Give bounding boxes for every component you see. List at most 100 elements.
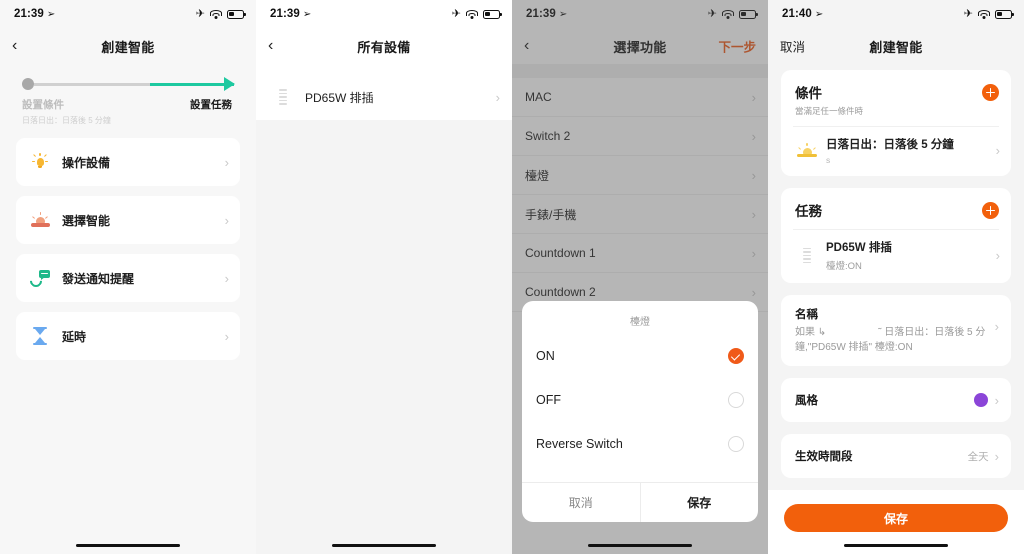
stepper-step-1-sub: 日落日出：日落後 5 分鐘 — [22, 116, 111, 125]
chevron-right-icon: › — [224, 328, 229, 344]
battery-icon — [483, 9, 502, 19]
status-bar: 21:40 ➢ ✈ — [768, 0, 1024, 28]
save-button[interactable]: 保存 — [784, 504, 1008, 532]
page-title: 創建智能 — [101, 39, 155, 55]
name-card-title: 名稱 — [795, 309, 818, 321]
chevron-right-icon: › — [994, 448, 999, 464]
condition-card-subtitle[interactable]: 當滿足任一條件時 — [795, 105, 982, 117]
radio-icon[interactable] — [728, 392, 744, 408]
chevron-right-icon: › — [224, 212, 229, 228]
chevron-left-icon[interactable]: ‹ — [268, 37, 273, 55]
wifi-icon — [978, 9, 990, 19]
dialog-option-on[interactable]: ON — [522, 334, 758, 378]
style-row[interactable]: 風格 › — [781, 378, 1011, 422]
nav-bar: ‹ 創建智能 — [0, 28, 256, 64]
option-label: Reverse Switch — [536, 437, 623, 451]
dialog-title: 檯燈 — [630, 317, 650, 328]
action-row-label: 發送通知提醒 — [62, 271, 135, 286]
device-name: PD65W 排插 — [305, 90, 374, 105]
style-color-swatch[interactable] — [973, 393, 988, 407]
condition-card-header: 條件 當滿足任一條件時 — [781, 70, 1011, 126]
nav-bar: 取消 創建智能 — [768, 28, 1024, 64]
screenshot-strip: 21:39 ➢ ✈ ‹ 創建智能 設置條件 日落日出：日落後 5 分鐘 設置任務… — [0, 0, 1024, 554]
battery-icon — [227, 9, 246, 19]
status-time: 21:39 — [270, 8, 300, 20]
function-value-dialog: 檯燈 ON OFF Reverse Switch 取消 保存 — [522, 301, 758, 522]
home-indicator — [76, 543, 180, 547]
dialog-option-off[interactable]: OFF — [522, 378, 758, 422]
stepper-line-active — [150, 77, 235, 91]
sunrise-icon — [795, 142, 819, 159]
nav-bar: ‹ 所有設備 — [256, 28, 512, 64]
status-bar: 21:39 ➢ ✈ — [256, 0, 512, 28]
list-item[interactable]: 選擇智能 › — [16, 196, 240, 244]
page-title: 創建智能 — [869, 39, 923, 55]
list-end-spacer — [256, 120, 512, 128]
stepper-step-2-label: 設置任務 — [190, 99, 232, 111]
dialog-actions: 取消 保存 — [522, 482, 758, 522]
action-row-operate-device[interactable]: 操作設備 › — [16, 138, 240, 186]
stepper-line-inactive — [34, 82, 150, 86]
lightbulb-icon — [29, 151, 51, 173]
chevron-right-icon: › — [495, 89, 500, 105]
list-item[interactable]: 操作設備 › — [16, 138, 240, 186]
name-card[interactable]: 名稱 如果 ↳ ˜ 日落日出：日落後 5 分鐘,"PD65W 排插" 檯燈:ON … — [781, 295, 1011, 366]
airplane-icon: ✈ — [195, 7, 205, 20]
home-indicator — [332, 543, 436, 547]
status-left: 21:40 ➢ — [782, 8, 823, 20]
add-task-button[interactable] — [982, 202, 999, 219]
power-strip-icon — [272, 86, 294, 108]
chevron-left-icon[interactable]: ‹ — [12, 37, 17, 55]
chevron-right-icon: › — [224, 270, 229, 286]
cancel-button[interactable]: 取消 — [522, 483, 641, 522]
stepper-step-1: 設置條件 日落日出：日落後 5 分鐘 — [22, 97, 111, 126]
effective-time-row[interactable]: 生效時間段 全天 › — [781, 434, 1011, 478]
chevron-right-icon: › — [994, 319, 999, 334]
action-row-delay[interactable]: 延時 › — [16, 312, 240, 360]
condition-card: 條件 當滿足任一條件時 日落日出：日落後 5 分鐘 s › — [781, 70, 1011, 176]
list-item[interactable]: 延時 › — [16, 312, 240, 360]
cancel-button[interactable]: 取消 — [780, 37, 805, 56]
dialog-option-reverse-switch[interactable]: Reverse Switch — [522, 422, 758, 466]
panel-create-automation-summary: 21:40 ➢ ✈ 取消 創建智能 條件 當滿足任一條件時 日落日出：日落後 5… — [768, 0, 1024, 554]
condition-row-title: 日落日出：日落後 5 分鐘 — [826, 139, 954, 151]
summary-body: 條件 當滿足任一條件時 日落日出：日落後 5 分鐘 s › 任務 PD65W 排… — [768, 64, 1024, 478]
progress-stepper: 設置條件 日落日出：日落後 5 分鐘 設置任務 — [0, 64, 256, 126]
location-arrow-icon: ➢ — [814, 8, 824, 20]
chevron-right-icon: › — [995, 248, 1000, 263]
task-row-sub: 檯燈:ON — [826, 261, 862, 272]
status-time: 21:39 — [14, 8, 44, 20]
home-indicator — [588, 543, 692, 547]
airplane-icon: ✈ — [451, 7, 461, 20]
chevron-right-icon: › — [224, 154, 229, 170]
effective-time-label: 生效時間段 — [795, 451, 853, 463]
panel-all-devices: 21:39 ➢ ✈ ‹ 所有設備 PD65W 排插 › — [256, 0, 512, 554]
power-strip-icon — [795, 246, 819, 266]
condition-row-sub: s — [826, 155, 831, 165]
status-time: 21:40 — [782, 8, 812, 20]
action-row-select-automation[interactable]: 選擇智能 › — [16, 196, 240, 244]
task-row-pd65w[interactable]: PD65W 排插 檯燈:ON › — [781, 230, 1011, 283]
radio-selected-icon[interactable] — [728, 348, 744, 364]
option-label: OFF — [536, 393, 561, 407]
arrow-icon — [224, 77, 235, 91]
home-indicator — [844, 543, 948, 547]
condition-row-sunset[interactable]: 日落日出：日落後 5 分鐘 s › — [781, 127, 1011, 176]
status-left: 21:39 ➢ — [14, 8, 55, 20]
radio-icon[interactable] — [728, 436, 744, 452]
page-title: 所有設備 — [357, 39, 411, 55]
save-bar: 保存 — [768, 504, 1024, 532]
status-left: 21:39 ➢ — [270, 8, 311, 20]
list-item[interactable]: 發送通知提醒 › — [16, 254, 240, 302]
location-arrow-icon: ➢ — [302, 8, 312, 20]
condition-card-title: 條件 — [795, 86, 822, 101]
action-type-list: 操作設備 › 選擇智能 › 發送通知提醒 › 延時 › — [0, 126, 256, 360]
stepper-dot — [22, 78, 34, 90]
action-row-send-notification[interactable]: 發送通知提醒 › — [16, 254, 240, 302]
device-row-pd65w[interactable]: PD65W 排插 › — [256, 74, 512, 120]
save-button[interactable]: 保存 — [641, 483, 759, 522]
name-card-value: 如果 ↳ ˜ 日落日出：日落後 5 分鐘,"PD65W 排插" 檯燈:ON — [795, 326, 995, 355]
status-right: ✈ — [964, 8, 1014, 20]
add-condition-button[interactable] — [982, 84, 999, 101]
status-bar: 21:39 ➢ ✈ — [0, 0, 256, 28]
